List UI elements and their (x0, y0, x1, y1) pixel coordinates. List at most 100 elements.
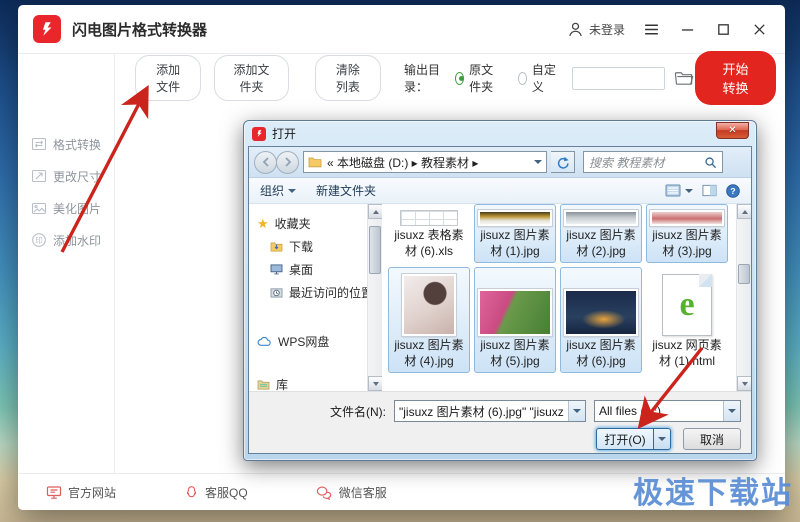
dialog-close-button[interactable]: ✕ (716, 122, 749, 139)
open-button[interactable]: 打开(O) (596, 428, 653, 450)
scroll-down-icon[interactable] (368, 376, 383, 391)
sidebar-item-format-convert[interactable]: 格式转换 (18, 128, 114, 160)
open-dialog: 打开 ✕ « 本地磁盘 (D:) ▸ 教程素材 ▸ (243, 120, 757, 461)
file-item-jpg5[interactable]: jisuxz 图片素材 (5).jpg (474, 267, 556, 373)
maximize-button[interactable] (713, 19, 733, 39)
libraries-icon (257, 379, 270, 390)
radio-on-icon (455, 72, 464, 85)
wechat-service-link[interactable]: 微信客服 (316, 484, 387, 501)
file-item-html[interactable]: e jisuxz 网页素材 (1).html (646, 267, 728, 373)
file-item-jpg2[interactable]: jisuxz 图片素材 (2).jpg (560, 204, 642, 263)
output-dir-label: 输出目录： (404, 61, 447, 95)
browse-folder-icon[interactable] (674, 69, 695, 87)
qq-service-link[interactable]: 客服QQ (184, 484, 248, 501)
dialog-titlebar: 打开 ✕ (244, 121, 756, 146)
add-file-button[interactable]: 添加文件 (135, 55, 201, 101)
filetype-combobox[interactable]: All files (*.*) (594, 400, 741, 422)
filename-value: "jisuxz 图片素材 (6).jpg" "jisuxz 图片素 (395, 403, 568, 420)
search-box[interactable]: 搜索 教程素材 (583, 151, 723, 173)
cloud-icon (257, 336, 272, 347)
forward-icon[interactable] (276, 151, 299, 174)
organize-menu[interactable]: 组织 (260, 182, 296, 199)
sidebar: 格式转换 更改尺寸 美化图片 印 (18, 54, 115, 473)
scrollbar-thumb[interactable] (738, 264, 750, 284)
file-list-scrollbar[interactable] (736, 204, 751, 391)
tree-item-wps-cloud[interactable]: WPS网盘 (257, 330, 367, 353)
tree-item-downloads[interactable]: 下载 (257, 235, 367, 258)
xls-file-icon (400, 210, 458, 226)
jpg-thumbnail (650, 210, 724, 226)
close-button[interactable] (749, 19, 769, 39)
help-icon[interactable]: ? (726, 184, 740, 198)
main-toolbar: 添加文件 添加文件夹 清除列表 输出目录： 原文件夹 自定义 开始转换 (115, 54, 785, 102)
open-split-button[interactable]: 打开(O) (596, 428, 671, 450)
chevron-down-icon[interactable] (723, 401, 740, 421)
add-folder-button[interactable]: 添加文件夹 (214, 55, 289, 101)
sidebar-item-beautify[interactable]: 美化图片 (18, 192, 114, 224)
app-titlebar: 闪电图片格式转换器 未登录 (18, 5, 785, 54)
wechat-bubbles-icon (316, 485, 333, 500)
clear-list-button[interactable]: 清除列表 (315, 55, 381, 101)
minimize-button[interactable] (677, 19, 697, 39)
tree-item-favorites[interactable]: ★ 收藏夹 (257, 212, 367, 235)
sidebar-item-resize[interactable]: 更改尺寸 (18, 160, 114, 192)
menu-icon[interactable] (641, 19, 661, 39)
dialog-body: « 本地磁盘 (D:) ▸ 教程素材 ▸ 搜索 教程素材 组织 (248, 146, 752, 454)
jpg-thumbnail (478, 289, 552, 336)
jpg-thumbnail (564, 210, 638, 226)
views-button[interactable] (665, 184, 693, 197)
tree-item-desktop[interactable]: 桌面 (257, 258, 367, 281)
tree-scrollbar[interactable] (367, 204, 382, 391)
dialog-main: ★ 收藏夹 下载 桌面 (249, 204, 751, 391)
open-dropdown-icon[interactable] (653, 428, 671, 450)
filetype-value: All files (*.*) (595, 404, 723, 418)
scroll-up-icon[interactable] (368, 204, 383, 219)
watermark-text: 极速下载站 (633, 468, 793, 512)
cancel-button[interactable]: 取消 (683, 428, 741, 450)
file-item-jpg4[interactable]: jisuxz 图片素材 (4).jpg (388, 267, 470, 373)
chevron-down-icon (685, 189, 693, 193)
preview-pane-icon[interactable] (702, 184, 717, 197)
start-convert-button[interactable]: 开始转换 (695, 51, 776, 105)
refresh-icon[interactable] (551, 151, 575, 173)
jpg-thumbnail (564, 289, 638, 336)
search-icon[interactable] (704, 156, 717, 169)
dialog-title: 打开 (272, 125, 296, 142)
file-item-jpg6[interactable]: jisuxz 图片素材 (6).jpg (560, 267, 642, 373)
app-logo-icon (33, 15, 61, 43)
new-folder-button[interactable]: 新建文件夹 (316, 182, 376, 199)
radio-custom[interactable]: 自定义 (518, 61, 556, 95)
radio-original-folder[interactable]: 原文件夹 (455, 61, 502, 95)
file-item-xls[interactable]: jisuxz 表格素材 (6).xls (388, 204, 470, 263)
dialog-navbar: « 本地磁盘 (D:) ▸ 教程素材 ▸ 搜索 教程素材 (249, 147, 751, 178)
official-website-link[interactable]: 官方网站 (46, 484, 116, 501)
sidebar-item-watermark[interactable]: 印 添加水印 (18, 224, 114, 256)
user-icon (567, 21, 584, 38)
scroll-down-icon[interactable] (737, 376, 751, 391)
svg-text:?: ? (730, 186, 735, 196)
dialog-commandbar: 组织 新建文件夹 ? (249, 178, 751, 204)
scroll-up-icon[interactable] (737, 204, 751, 219)
tree-item-recent-places[interactable]: 最近访问的位置 (257, 281, 367, 304)
jpg-thumbnail (402, 274, 456, 336)
back-icon[interactable] (254, 151, 277, 174)
filename-combobox[interactable]: "jisuxz 图片素材 (6).jpg" "jisuxz 图片素 (394, 400, 586, 422)
filename-label: 文件名(N): (330, 403, 386, 420)
scrollbar-thumb[interactable] (369, 226, 381, 274)
tree-item-libraries[interactable]: 库 (257, 373, 367, 391)
beautify-picture-icon (31, 200, 47, 216)
desktop-icon (270, 264, 283, 275)
output-path-input[interactable] (572, 67, 665, 90)
watermark-stamp-icon: 印 (31, 232, 47, 248)
file-item-jpg3[interactable]: jisuxz 图片素材 (3).jpg (646, 204, 728, 263)
breadcrumb[interactable]: « 本地磁盘 (D:) ▸ 教程素材 ▸ (303, 151, 547, 173)
chevron-down-icon[interactable] (568, 401, 585, 421)
file-item-jpg1[interactable]: jisuxz 图片素材 (1).jpg (474, 204, 556, 263)
chevron-down-icon (288, 189, 296, 193)
folder-tree: ★ 收藏夹 下载 桌面 (249, 204, 367, 391)
login-status[interactable]: 未登录 (567, 21, 625, 38)
search-placeholder: 搜索 教程素材 (589, 154, 704, 171)
desktop-wallpaper: 闪电图片格式转换器 未登录 (0, 0, 800, 522)
breadcrumb-dropdown-icon[interactable] (534, 160, 542, 164)
resize-icon (31, 168, 47, 184)
